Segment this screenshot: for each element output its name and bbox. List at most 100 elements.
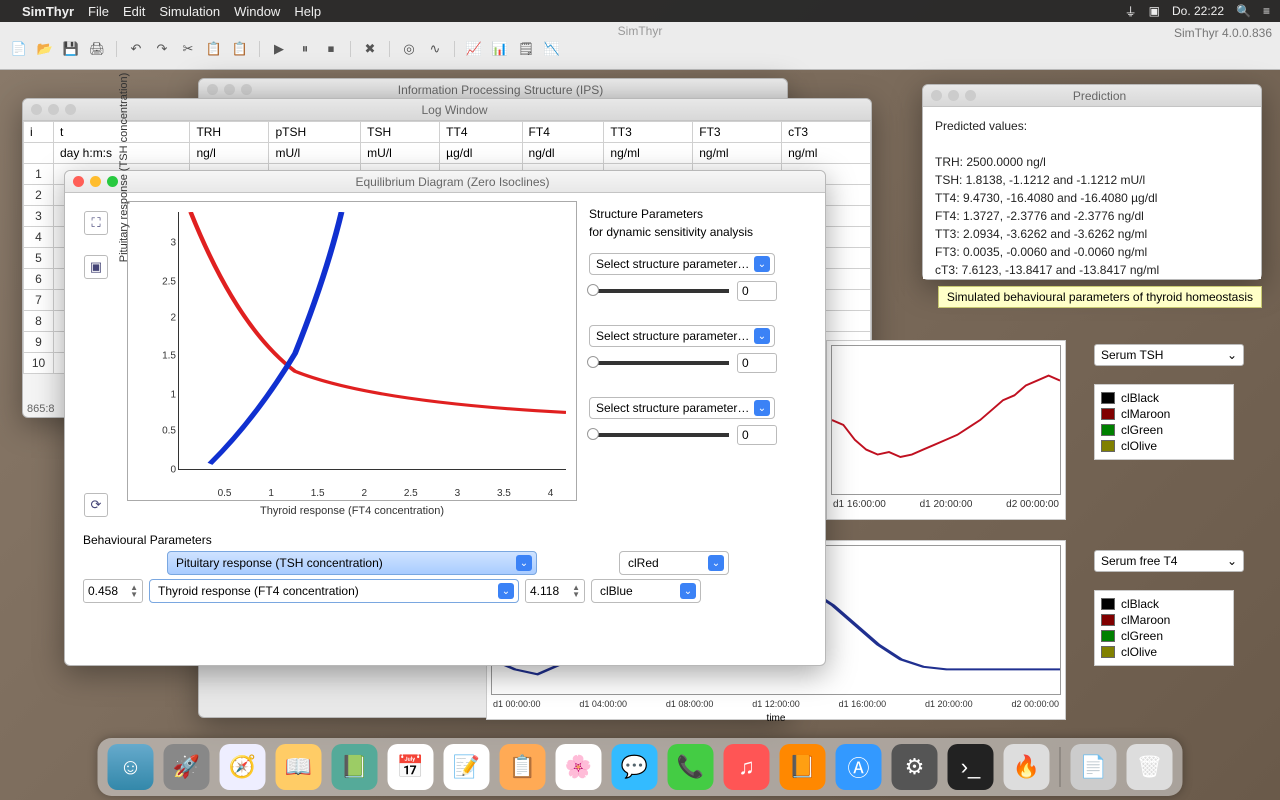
menu-simulation[interactable]: Simulation — [159, 4, 220, 19]
undo-icon[interactable]: ↶ — [127, 40, 145, 58]
pred-line: FT4: 1.3727, -2.3776 and -2.3776 ng/dl — [935, 207, 1249, 225]
menu-edit[interactable]: Edit — [123, 4, 145, 19]
log-status: 865:8 — [27, 403, 55, 415]
app-name[interactable]: SimThyr — [22, 4, 74, 19]
legend-2[interactable]: clBlack clMaroon clGreen clOlive — [1094, 590, 1234, 666]
copy-icon[interactable]: 📋 — [205, 40, 223, 58]
chevron-down-icon: ⌄ — [1227, 348, 1237, 362]
prediction-window: Prediction Predicted values: TRH: 2500.0… — [922, 84, 1262, 280]
tooltip: Simulated behavioural parameters of thyr… — [938, 286, 1262, 308]
pred-line: TT4: 9.4730, -16.4080 and -16.4080 µg/dl — [935, 189, 1249, 207]
version-label: SimThyr 4.0.0.836 — [1174, 26, 1272, 40]
color-1-select[interactable]: clRed⌄ — [619, 551, 729, 575]
prediction-title: Prediction — [946, 89, 1253, 103]
new-icon[interactable]: 📄 — [10, 40, 28, 58]
slider-2[interactable] — [589, 361, 729, 365]
slider-3[interactable] — [589, 433, 729, 437]
main-title: SimThyr — [0, 22, 1280, 38]
dock-itunes[interactable]: ♫ — [724, 744, 770, 790]
dock-launchpad[interactable]: 🚀 — [164, 744, 210, 790]
dock-trash[interactable]: 🗑 — [1127, 744, 1173, 790]
dock-reminders[interactable]: 📋 — [500, 744, 546, 790]
pred-line: TSH: 1.8138, -1.1212 and -1.1212 mU/l — [935, 171, 1249, 189]
play-icon[interactable]: ▶ — [270, 40, 288, 58]
open-icon[interactable]: 📂 — [36, 40, 54, 58]
dock-calendar[interactable]: 📅 — [388, 744, 434, 790]
struct-param-select-1[interactable]: Select structure parameter…⌄ — [589, 253, 775, 275]
pause-icon[interactable]: ⏸ — [296, 40, 314, 58]
color-2-select[interactable]: clBlue⌄ — [591, 579, 701, 603]
slider-value-2[interactable] — [737, 353, 777, 373]
dock-notes[interactable]: 📝 — [444, 744, 490, 790]
menu-window[interactable]: Window — [234, 4, 280, 19]
dock-facetime[interactable]: 📞 — [668, 744, 714, 790]
target-icon[interactable]: ◎ — [400, 40, 418, 58]
dock-messages[interactable]: 💬 — [612, 744, 658, 790]
value-1-spinner[interactable]: 0.458▲▼ — [83, 579, 143, 603]
menu-extras-icon[interactable]: ≡ — [1263, 4, 1270, 18]
wifi-icon[interactable]: ⏚ — [1125, 3, 1137, 20]
legend-1[interactable]: clBlack clMaroon clGreen clOlive — [1094, 384, 1234, 460]
stop-icon[interactable]: ⏹ — [322, 40, 340, 58]
ips-title: Information Processing Structure (IPS) — [222, 83, 779, 97]
struct-heading: Structure Parameters — [589, 207, 813, 221]
chart4-icon[interactable]: 📉 — [543, 40, 561, 58]
wave-icon[interactable]: ∿ — [426, 40, 444, 58]
dock-settings[interactable]: ⚙ — [892, 744, 938, 790]
response-1-select[interactable]: Pituitary response (TSH concentration)⌄ — [167, 551, 537, 575]
dock-doc[interactable]: 📄 — [1071, 744, 1117, 790]
dock-finder[interactable]: ☺ — [108, 744, 154, 790]
ts2-select[interactable]: Serum free T4⌄ — [1094, 550, 1244, 572]
pred-line: TRH: 2500.0000 ng/l — [935, 153, 1249, 171]
dock-simthyr[interactable]: 🔥 — [1004, 744, 1050, 790]
equilibrium-window: Equilibrium Diagram (Zero Isoclines) ⛶ ▣… — [64, 170, 826, 666]
spotlight-icon[interactable]: 🔍 — [1236, 4, 1251, 18]
save-icon[interactable]: 💾 — [62, 40, 80, 58]
print-icon[interactable]: 🖨 — [88, 40, 106, 58]
dock-safari[interactable]: 🧭 — [220, 744, 266, 790]
response-2-select[interactable]: Thyroid response (FT4 concentration)⌄ — [149, 579, 519, 603]
chevron-down-icon: ⌄ — [498, 583, 514, 599]
equilibrium-chart: Pituitary response (TSH concentration) 0… — [127, 201, 577, 501]
dock-photos[interactable]: 🌸 — [556, 744, 602, 790]
pred-heading: Predicted values: — [935, 117, 1249, 135]
menu-help[interactable]: Help — [294, 4, 321, 19]
chart2-icon[interactable]: 📊 — [491, 40, 509, 58]
redo-icon[interactable]: ↷ — [153, 40, 171, 58]
slider-value-1[interactable] — [737, 281, 777, 301]
chevron-down-icon: ⌄ — [754, 328, 770, 344]
chevron-down-icon: ⌄ — [516, 555, 532, 571]
dock-preview[interactable]: 📖 — [276, 744, 322, 790]
paste-icon[interactable]: 📋 — [231, 40, 249, 58]
menu-file[interactable]: File — [88, 4, 109, 19]
battery-icon[interactable]: ▣ — [1149, 4, 1160, 18]
ts1-select[interactable]: Serum TSH⌄ — [1094, 344, 1244, 366]
chevron-down-icon: ⌄ — [754, 256, 770, 272]
main-window: SimThyr SimThyr 4.0.0.836 📄 📂 💾 🖨 ↶ ↷ ✂ … — [0, 22, 1280, 70]
ts1-chart: d1 16:00:00 d1 20:00:00 d2 00:00:00 — [826, 340, 1066, 520]
slider-value-3[interactable] — [737, 425, 777, 445]
refresh-icon[interactable]: ⟳ — [84, 493, 108, 517]
value-2-spinner[interactable]: 4.118▲▼ — [525, 579, 585, 603]
dock-ibooks[interactable]: 📙 — [780, 744, 826, 790]
dock-appstore[interactable]: Ⓐ — [836, 744, 882, 790]
chart1-icon[interactable]: 📈 — [465, 40, 483, 58]
dock-book[interactable]: 📗 — [332, 744, 378, 790]
cut-icon[interactable]: ✂ — [179, 40, 197, 58]
pred-line: FT3: 0.0035, -0.0060 and -0.0060 ng/ml — [935, 243, 1249, 261]
chevron-down-icon: ⌄ — [754, 400, 770, 416]
struct-param-select-2[interactable]: Select structure parameter…⌄ — [589, 325, 775, 347]
log-title: Log Window — [46, 103, 863, 117]
slider-1[interactable] — [589, 289, 729, 293]
struct-param-select-3[interactable]: Select structure parameter…⌄ — [589, 397, 775, 419]
menubar: SimThyr File Edit Simulation Window Help… — [0, 0, 1280, 22]
dock-terminal[interactable]: ›_ — [948, 744, 994, 790]
chevron-down-icon: ⌄ — [708, 555, 724, 571]
tools-icon[interactable]: ✖ — [361, 40, 379, 58]
clock[interactable]: Do. 22:22 — [1172, 4, 1224, 18]
close-icon[interactable] — [73, 176, 84, 187]
pred-line: cT3: 7.6123, -13.8417 and -13.8417 ng/ml — [935, 261, 1249, 279]
chart3-icon[interactable]: 🗒 — [517, 40, 535, 58]
copy-chart-icon[interactable]: ▣ — [84, 255, 108, 279]
fullscreen-icon[interactable]: ⛶ — [84, 211, 108, 235]
